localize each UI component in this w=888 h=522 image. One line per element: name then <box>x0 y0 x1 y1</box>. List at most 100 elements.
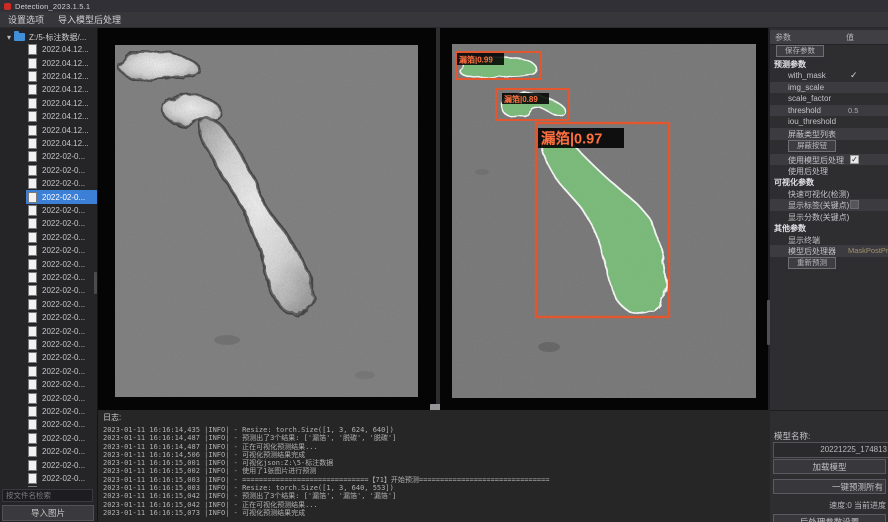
file-icon <box>28 178 37 189</box>
param-use-postproc[interactable]: 使用后处理 <box>770 165 888 177</box>
file-icon <box>28 165 37 176</box>
folder-icon <box>14 33 25 41</box>
param-show-terminal[interactable]: 显示终端 <box>770 234 888 246</box>
tree-item[interactable]: 2022-02-0... <box>0 217 97 230</box>
tree-item[interactable]: 2022.04.12... <box>0 110 97 123</box>
tree-item[interactable]: 2022-02-0... <box>0 164 97 177</box>
tree-item-label: 2022.04.12... <box>42 126 89 135</box>
param-scrollbar[interactable] <box>767 300 770 345</box>
tree-item-label: 2022-02-0... <box>42 166 85 175</box>
prediction-image: 漏箔|0.99 漏箔|0.89 漏箔|0.97 <box>452 44 756 398</box>
original-image-canvas[interactable] <box>115 45 418 397</box>
tree-item[interactable]: 2022.04.12... <box>0 83 97 96</box>
filename-search-input[interactable] <box>2 489 93 502</box>
tree-item[interactable]: 2022.04.12... <box>0 123 97 136</box>
file-icon <box>28 125 37 136</box>
checkbox-checked[interactable]: ✓ <box>850 155 859 164</box>
app-window: Detection_2023.1.5.1 设置选项 导入模型后处理 ▾ Z:/5… <box>0 0 888 522</box>
tree-item[interactable]: 2022-02-0... <box>0 405 97 418</box>
tree-item[interactable]: 2022-02-0... <box>0 391 97 404</box>
tree-item[interactable]: 2022.04.12... <box>0 70 97 83</box>
param-with-mask[interactable]: with_mask✓ <box>770 70 888 82</box>
tree-item[interactable]: 2022-02-0... <box>0 284 97 297</box>
postprocess-settings-button[interactable]: 后处理参数设置 <box>773 514 886 522</box>
log-line: 2023-01-11 16:16:15,003 |INFO| - =======… <box>103 476 770 484</box>
save-params-button[interactable]: 保存参数 <box>776 45 824 57</box>
load-model-button[interactable]: 加载模型 <box>773 459 886 474</box>
log-panel: 日志: 2023-01-11 16:16:14,435 |INFO| - Res… <box>98 410 770 522</box>
tree-item[interactable]: 2022-02-0... <box>0 378 97 391</box>
file-icon <box>28 446 37 457</box>
tree-root-label: Z:/5-标注数据/... <box>29 32 86 43</box>
param-use-model-postproc[interactable]: 使用模型后处理✓ <box>770 154 888 166</box>
tree-item[interactable]: 2022-02-0 <box>0 485 97 487</box>
tree-item[interactable]: 2022-02-0... <box>0 177 97 190</box>
tree-item[interactable]: 2022-02-0... <box>0 190 97 203</box>
file-icon <box>28 151 37 162</box>
file-icon <box>28 259 37 270</box>
log-title: 日志: <box>103 412 770 423</box>
caret-down-icon[interactable]: ▾ <box>7 33 11 42</box>
checkbox-empty[interactable] <box>850 200 859 209</box>
prediction-image-canvas[interactable]: 漏箔|0.99 漏箔|0.89 漏箔|0.97 <box>452 44 756 398</box>
import-images-button[interactable]: 导入图片 <box>2 505 94 521</box>
tree-item-label: 2022-02-0... <box>42 447 85 456</box>
param-threshold[interactable]: threshold0.5 <box>770 105 888 117</box>
model-name-field[interactable]: 20221225_174813 <box>773 442 888 458</box>
param-model-postprocessor[interactable]: 模型后处理器MaskPostPro <box>770 245 888 257</box>
tree-item-label: 2022.04.12... <box>42 59 89 68</box>
param-scale-factor[interactable]: scale_factor <box>770 93 888 105</box>
tree-scrollbar[interactable] <box>94 272 97 294</box>
file-icon <box>28 352 37 363</box>
tree-item-label: 2022-02-0... <box>42 152 85 161</box>
log-line: 2023-01-11 16:16:15,042 |INFO| - 正在可视化预测… <box>103 501 770 509</box>
repredict-button[interactable]: 重新预测 <box>788 257 836 269</box>
tree-item[interactable]: 2022-02-0... <box>0 472 97 485</box>
original-image-panel <box>98 28 436 410</box>
tree-item[interactable]: 2022-02-0... <box>0 365 97 378</box>
section-other-params: 其他参数 <box>774 223 806 234</box>
param-show-labels[interactable]: 显示标签(关键点) <box>770 199 888 211</box>
tree-item[interactable]: 2022-02-0... <box>0 257 97 270</box>
progress-status: 速度:0 当前进度 <box>829 500 886 511</box>
tree-item[interactable]: 2022-02-0... <box>0 324 97 337</box>
menu-settings[interactable]: 设置选项 <box>8 13 44 26</box>
tree-item[interactable]: 2022-02-0... <box>0 204 97 217</box>
tree-item[interactable]: 2022-02-0... <box>0 432 97 445</box>
param-block-type-list[interactable]: 屏蔽类型列表 <box>770 128 888 140</box>
tree-item[interactable]: 2022-02-0... <box>0 298 97 311</box>
tree-item-label: 2022-02-0... <box>42 246 85 255</box>
tree-item-label: 2022-02-0... <box>42 474 85 483</box>
param-label: 屏蔽类型列表 <box>788 129 836 140</box>
param-img-scale[interactable]: img_scale <box>770 82 888 94</box>
tree-item[interactable]: 2022-02-0... <box>0 271 97 284</box>
tree-item-label: 2022-02-0... <box>42 273 85 282</box>
tree-item[interactable]: 2022.04.12... <box>0 137 97 150</box>
tree-item[interactable]: 2022-02-0... <box>0 418 97 431</box>
tree-item[interactable]: 2022.04.12... <box>0 56 97 69</box>
tree-root-folder[interactable]: ▾ Z:/5-标注数据/... <box>0 31 86 43</box>
tree-item[interactable]: 2022-02-0... <box>0 338 97 351</box>
param-show-scores[interactable]: 显示分数(关键点) <box>770 211 888 223</box>
param-iou-threshold[interactable]: iou_threshold <box>770 116 888 128</box>
tree-item[interactable]: 2022.04.12... <box>0 97 97 110</box>
file-icon <box>28 205 37 216</box>
tree-item[interactable]: 2022-02-0... <box>0 150 97 163</box>
tree-item-list: 2022.04.12...2022.04.12...2022.04.12...2… <box>0 43 97 487</box>
tree-item[interactable]: 2022.04.12... <box>0 43 97 56</box>
tree-item[interactable]: 2022-02-0... <box>0 231 97 244</box>
predict-all-button[interactable]: 一键预测所有 <box>773 479 886 494</box>
menu-import-model-postprocess[interactable]: 导入模型后处理 <box>58 13 121 26</box>
log-lines[interactable]: 2023-01-11 16:16:14,435 |INFO| - Resize:… <box>103 426 770 517</box>
tree-item-label: 2022.04.12... <box>42 72 89 81</box>
tree-item[interactable]: 2022-02-0... <box>0 351 97 364</box>
param-label: 使用后处理 <box>788 166 828 177</box>
tree-item[interactable]: 2022-02-0... <box>0 445 97 458</box>
tree-item[interactable]: 2022-02-0... <box>0 458 97 471</box>
section-predict-params: 预测参数 <box>774 59 806 70</box>
tree-item-label: 2022.04.12... <box>42 112 89 121</box>
tree-item[interactable]: 2022-02-0... <box>0 244 97 257</box>
block-button[interactable]: 屏蔽按钮 <box>788 140 836 152</box>
param-quick-visual[interactable]: 快速可视化(检测) <box>770 188 888 200</box>
tree-item[interactable]: 2022-02-0... <box>0 311 97 324</box>
